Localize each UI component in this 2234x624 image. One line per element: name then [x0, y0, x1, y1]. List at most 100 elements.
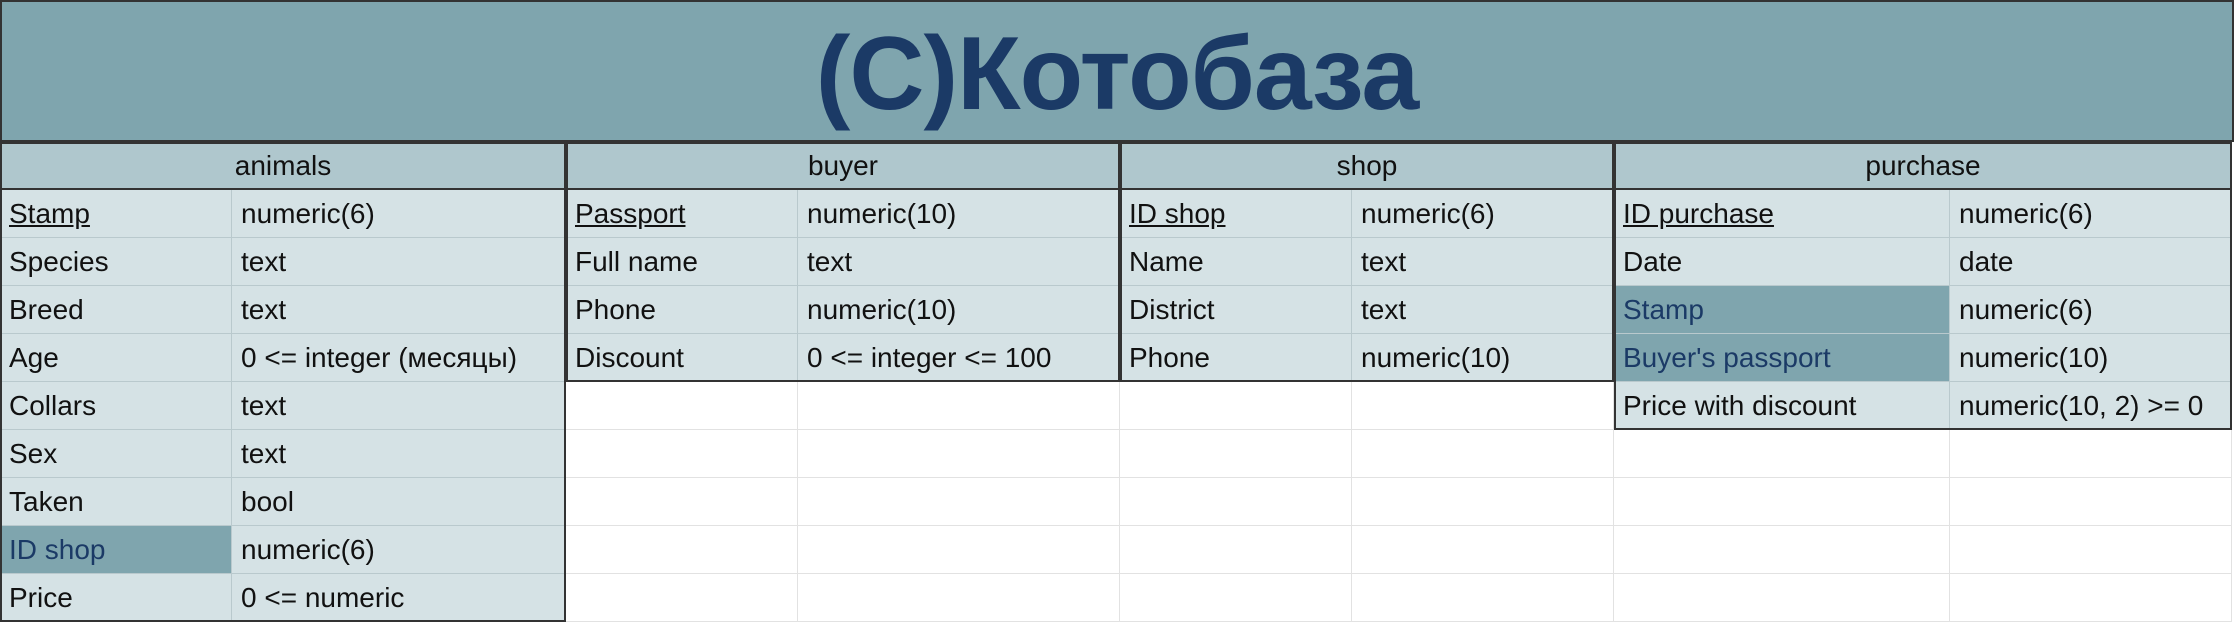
field-name-cell[interactable]: Phone — [566, 286, 798, 334]
empty-cell[interactable] — [566, 478, 798, 526]
field-label: Name — [1129, 245, 1204, 277]
empty-cell[interactable] — [1614, 430, 1950, 478]
field-type-cell[interactable]: text — [798, 238, 1120, 286]
field-type-cell[interactable]: text — [232, 286, 566, 334]
table-header-buyer[interactable]: buyer — [566, 142, 1120, 190]
field-type-cell[interactable]: numeric(6) — [1352, 190, 1614, 238]
empty-cell[interactable] — [566, 382, 798, 430]
field-type-label: text — [1361, 245, 1407, 277]
page-title: (С)Котобаза — [815, 15, 1419, 132]
field-type-cell[interactable]: numeric(6) — [1950, 190, 2232, 238]
field-type-label: 0 <= integer (месяцы) — [241, 341, 518, 373]
field-type-cell[interactable]: text — [1352, 286, 1614, 334]
empty-cell[interactable] — [1352, 526, 1614, 574]
empty-cell[interactable] — [1120, 574, 1352, 622]
field-name-cell[interactable]: Passport — [566, 190, 798, 238]
field-name-cell[interactable]: Date — [1614, 238, 1950, 286]
field-name-cell[interactable]: Phone — [1120, 334, 1352, 382]
field-type-label: text — [241, 245, 287, 277]
field-type-cell[interactable]: 0 <= integer (месяцы) — [232, 334, 566, 382]
field-type-cell[interactable]: numeric(10, 2) >= 0 — [1950, 382, 2232, 430]
primary-key-label: ID shop — [1129, 197, 1226, 229]
field-type-label: text — [241, 437, 287, 469]
field-name-cell[interactable]: Stamp — [0, 190, 232, 238]
field-label: Species — [9, 245, 109, 277]
foreign-key-label: Buyer's passport — [1623, 341, 1831, 373]
empty-cell[interactable] — [1614, 526, 1950, 574]
field-type-cell[interactable]: numeric(10) — [1950, 334, 2232, 382]
spreadsheet-grid: (С)Котобаза animals Stamp numeric(6) Specie… — [0, 0, 2234, 624]
field-name-cell[interactable]: ID shop — [1120, 190, 1352, 238]
field-type-cell[interactable]: text — [232, 382, 566, 430]
field-type-cell[interactable]: numeric(10) — [798, 286, 1120, 334]
empty-cell[interactable] — [1950, 430, 2232, 478]
empty-cell[interactable] — [1120, 478, 1352, 526]
field-type-label: numeric(10, 2) >= 0 — [1959, 389, 2204, 421]
field-name-cell[interactable]: Full name — [566, 238, 798, 286]
empty-cell[interactable] — [1120, 382, 1352, 430]
table-header-shop[interactable]: shop — [1120, 142, 1614, 190]
empty-cell[interactable] — [1120, 526, 1352, 574]
field-label: Price — [9, 581, 73, 613]
empty-cell[interactable] — [1352, 382, 1614, 430]
field-type-cell[interactable]: 0 <= numeric — [232, 574, 566, 622]
empty-cell[interactable] — [1352, 478, 1614, 526]
field-name-cell[interactable]: Price with discount — [1614, 382, 1950, 430]
field-name-cell[interactable]: District — [1120, 286, 1352, 334]
field-label: Taken — [9, 485, 84, 517]
field-type-cell[interactable]: numeric(6) — [1950, 286, 2232, 334]
field-name-cell[interactable]: Sex — [0, 430, 232, 478]
empty-cell[interactable] — [798, 574, 1120, 622]
field-type-cell[interactable]: numeric(6) — [232, 526, 566, 574]
empty-cell[interactable] — [1614, 478, 1950, 526]
field-name-cell[interactable]: Price — [0, 574, 232, 622]
field-type-label: numeric(6) — [241, 533, 375, 565]
field-label: Price with discount — [1623, 389, 1857, 421]
empty-cell[interactable] — [798, 430, 1120, 478]
empty-cell[interactable] — [1352, 574, 1614, 622]
empty-cell[interactable] — [1950, 574, 2232, 622]
empty-cell[interactable] — [798, 382, 1120, 430]
empty-cell[interactable] — [566, 526, 798, 574]
empty-cell[interactable] — [1950, 478, 2232, 526]
field-type-label: 0 <= numeric — [241, 581, 405, 613]
field-type-cell[interactable]: numeric(10) — [1352, 334, 1614, 382]
table-header-animals[interactable]: animals — [0, 142, 566, 190]
field-name-cell[interactable]: Collars — [0, 382, 232, 430]
empty-cell[interactable] — [1352, 430, 1614, 478]
empty-cell[interactable] — [798, 526, 1120, 574]
empty-cell[interactable] — [566, 430, 798, 478]
field-type-cell[interactable]: date — [1950, 238, 2232, 286]
field-name-cell[interactable]: Species — [0, 238, 232, 286]
empty-cell[interactable] — [566, 574, 798, 622]
foreign-key-label: Stamp — [1623, 293, 1704, 325]
empty-cell[interactable] — [798, 478, 1120, 526]
field-type-cell[interactable]: 0 <= integer <= 100 — [798, 334, 1120, 382]
field-name-cell[interactable]: Buyer's passport — [1614, 334, 1950, 382]
field-name-cell[interactable]: Discount — [566, 334, 798, 382]
field-type-label: text — [807, 245, 853, 277]
field-name-cell[interactable]: Breed — [0, 286, 232, 334]
field-type-cell[interactable]: text — [232, 430, 566, 478]
field-type-cell[interactable]: numeric(6) — [232, 190, 566, 238]
field-type-label: numeric(10) — [1959, 341, 2109, 373]
field-name-cell[interactable]: ID purchase — [1614, 190, 1950, 238]
field-type-label: text — [1361, 293, 1407, 325]
empty-cell[interactable] — [1614, 574, 1950, 622]
field-type-cell[interactable]: text — [1352, 238, 1614, 286]
title-banner[interactable]: (С)Котобаза — [0, 0, 2234, 142]
field-name-cell[interactable]: Taken — [0, 478, 232, 526]
field-name-cell[interactable]: Stamp — [1614, 286, 1950, 334]
field-type-cell[interactable]: text — [232, 238, 566, 286]
field-name-cell[interactable]: Age — [0, 334, 232, 382]
empty-cell[interactable] — [1120, 430, 1352, 478]
field-type-cell[interactable]: bool — [232, 478, 566, 526]
field-label: Collars — [9, 389, 97, 421]
field-label: Phone — [1129, 341, 1210, 373]
field-type-cell[interactable]: numeric(10) — [798, 190, 1120, 238]
field-name-cell[interactable]: Name — [1120, 238, 1352, 286]
table-header-purchase[interactable]: purchase — [1614, 142, 2232, 190]
field-name-cell[interactable]: ID shop — [0, 526, 232, 574]
field-label: Discount — [575, 341, 684, 373]
empty-cell[interactable] — [1950, 526, 2232, 574]
